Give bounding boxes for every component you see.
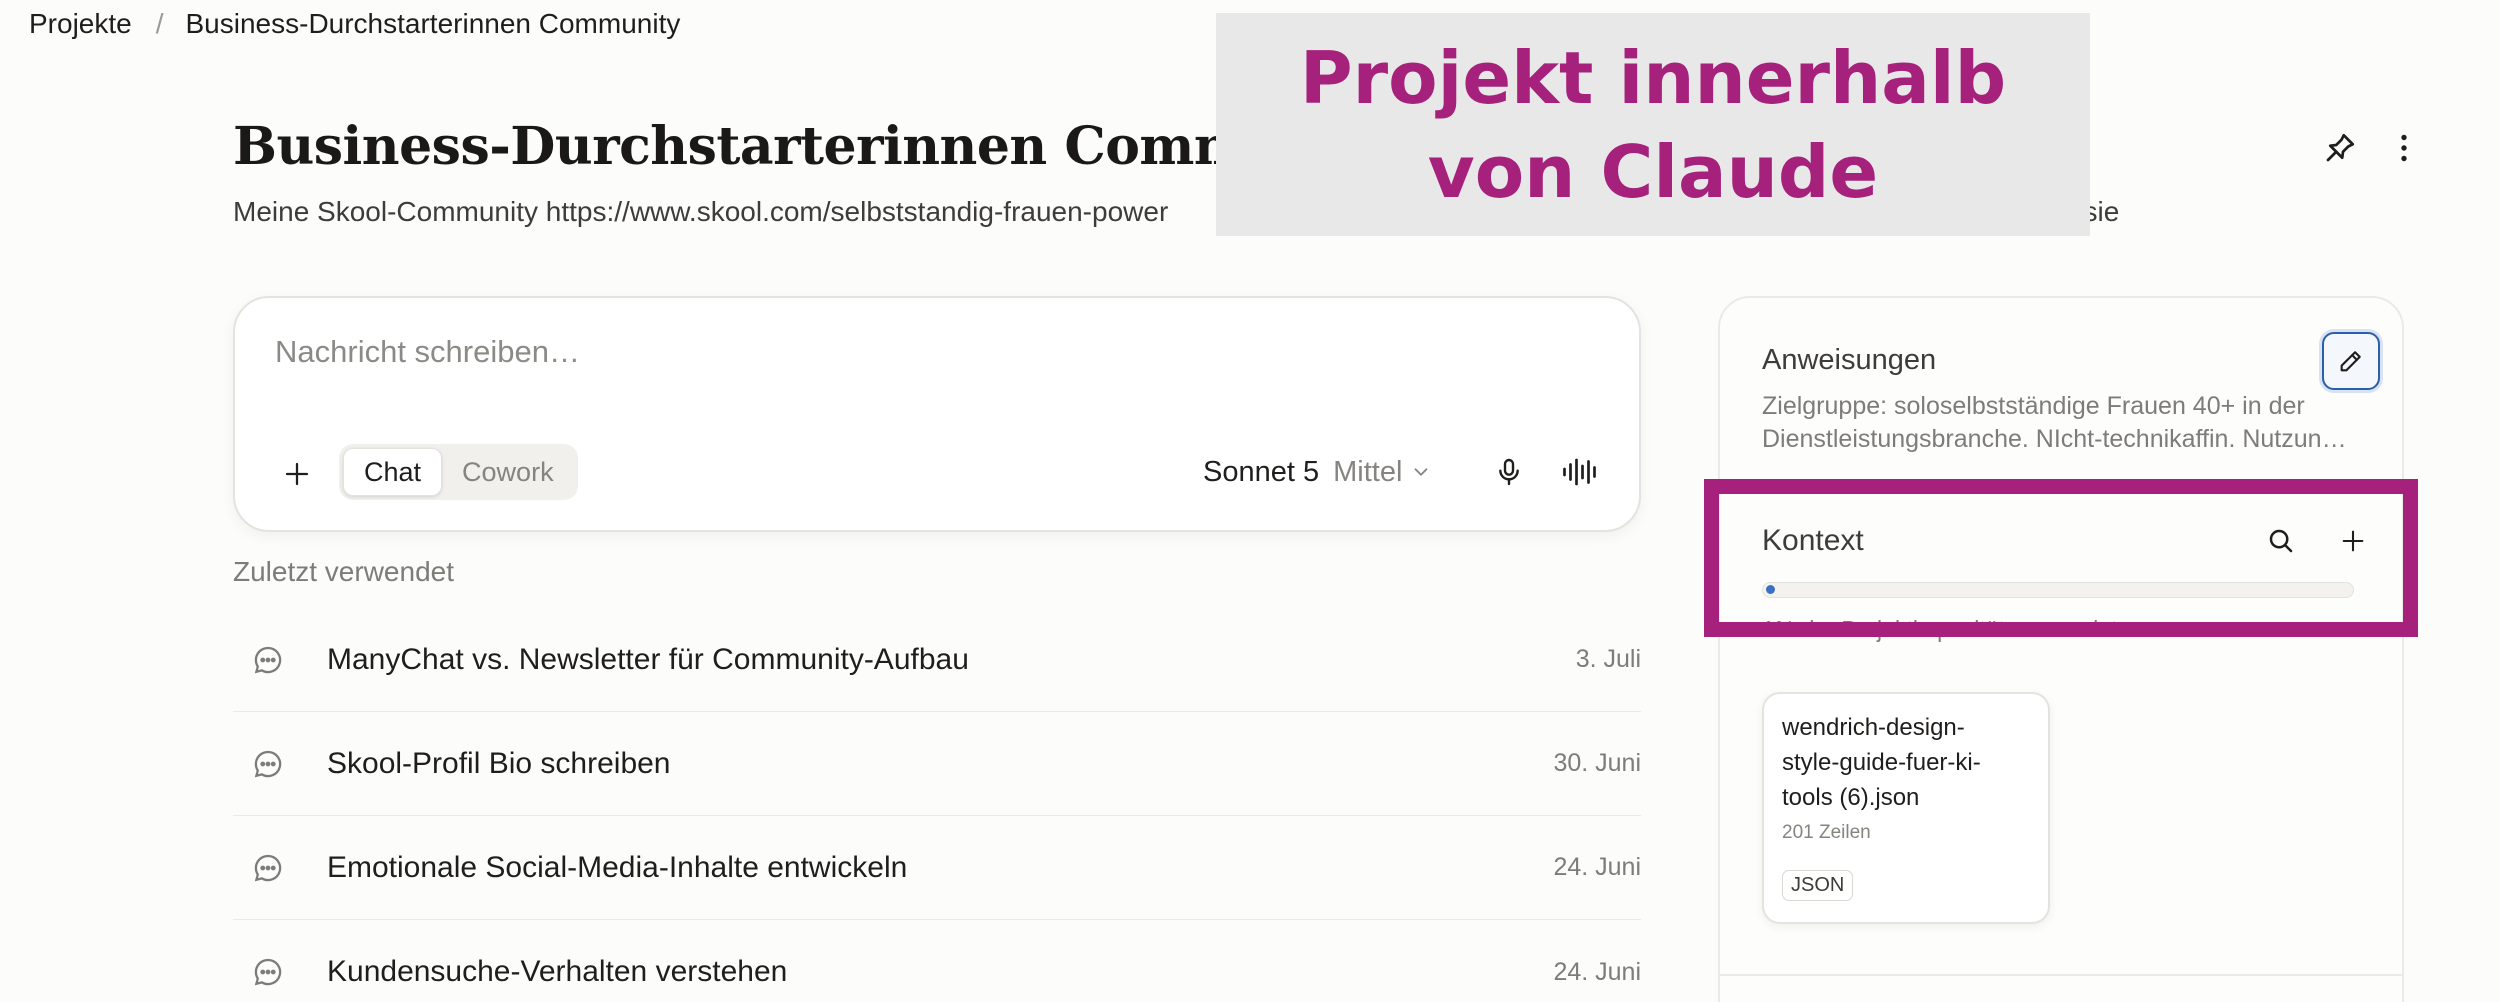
pencil-icon bbox=[2340, 351, 2361, 372]
breadcrumb-projects-link[interactable]: Projekte bbox=[29, 8, 132, 40]
message-composer: Chat Cowork Sonnet 5 Mittel bbox=[233, 296, 1641, 532]
chevron-down-icon bbox=[1414, 468, 1428, 476]
voice-mode-button[interactable] bbox=[1557, 448, 1605, 496]
dictation-button[interactable] bbox=[1487, 448, 1531, 496]
recent-chat-title: Skool-Profil Bio schreiben bbox=[327, 746, 671, 780]
recent-chat-title: Kundensuche-Verhalten verstehen bbox=[327, 955, 788, 988]
recent-chat-date: 24. Juni bbox=[1553, 853, 1641, 881]
recent-chats-list: ManyChat vs. Newsletter für Community-Au… bbox=[233, 608, 1641, 1002]
mode-chat-tab[interactable]: Chat bbox=[343, 448, 443, 496]
annotation-line-2: von Claude bbox=[1427, 129, 1879, 214]
context-file-card[interactable]: wendrich-design-style-guide-fuer-ki-tool… bbox=[1762, 692, 2050, 924]
pin-icon bbox=[2326, 133, 2355, 162]
breadcrumb-separator: / bbox=[155, 8, 164, 39]
model-selector[interactable]: Sonnet 5 Mittel bbox=[1203, 448, 1432, 496]
recent-chat-item[interactable]: ManyChat vs. Newsletter für Community-Au… bbox=[233, 608, 1641, 712]
annotation-line-1: Projekt innerhalb bbox=[1299, 35, 2007, 120]
annotation-highlight-frame bbox=[1704, 479, 2418, 637]
instructions-line-2: Dienstleistungsbranche. NIcht-technikaff… bbox=[1762, 425, 2352, 453]
audio-waveform-icon bbox=[1563, 458, 1596, 486]
plus-icon bbox=[285, 462, 309, 486]
add-attachment-button[interactable] bbox=[275, 452, 319, 496]
model-name: Sonnet 5 bbox=[1203, 455, 1320, 488]
recent-chat-item[interactable]: Skool-Profil Bio schreiben 30. Juni bbox=[233, 712, 1641, 816]
chat-bubble-icon bbox=[254, 750, 282, 777]
project-description-text: Meine Skool-Community https://www.skool.… bbox=[233, 196, 1169, 227]
chat-bubble-icon bbox=[254, 958, 282, 986]
annotation-overlay: Projekt innerhalb von Claude bbox=[1216, 13, 2090, 236]
recent-chat-item[interactable]: Emotionale Social-Media-Inhalte entwicke… bbox=[233, 816, 1641, 920]
file-type-badge: JSON bbox=[1782, 870, 1854, 901]
pin-button[interactable] bbox=[2318, 126, 2362, 170]
message-input[interactable] bbox=[275, 334, 1575, 370]
recent-chat-date: 30. Juni bbox=[1553, 749, 1641, 777]
chat-bubble-icon bbox=[254, 646, 282, 673]
recent-chat-title: ManyChat vs. Newsletter für Community-Au… bbox=[327, 642, 969, 676]
edit-instructions-button[interactable] bbox=[2322, 332, 2380, 390]
project-side-panel: Anweisungen Zielgruppe: soloselbstständi… bbox=[1718, 296, 2404, 1002]
chat-bubble-icon bbox=[254, 854, 282, 881]
panel-divider bbox=[1720, 974, 2402, 976]
recent-heading: Zuletzt verwendet bbox=[233, 556, 454, 587]
mode-cowork-tab[interactable]: Cowork bbox=[442, 448, 574, 496]
microphone-icon bbox=[1499, 458, 1519, 486]
recent-chat-date: 3. Juli bbox=[1575, 645, 1641, 673]
instructions-title: Anweisungen bbox=[1762, 344, 1937, 376]
recent-chat-title: Emotionale Social-Media-Inhalte entwicke… bbox=[327, 850, 908, 884]
breadcrumb-current: Business-Durchstarterinnen Community bbox=[185, 8, 681, 39]
recent-chat-date: 24. Juni bbox=[1553, 957, 1641, 986]
recent-chat-item[interactable]: Kundensuche-Verhalten verstehen 24. Juni bbox=[233, 920, 1641, 1002]
mode-toggle: Chat Cowork bbox=[339, 444, 578, 500]
effort-level: Mittel bbox=[1333, 455, 1403, 488]
more-options-button[interactable] bbox=[2382, 126, 2426, 170]
instructions-preview[interactable]: Zielgruppe: soloselbstständige Frauen 40… bbox=[1762, 390, 2352, 456]
file-name: wendrich-design-style-guide-fuer-ki-tool… bbox=[1782, 714, 1981, 811]
breadcrumb: Projekte / Business-Durchstarterinnen Co… bbox=[29, 6, 680, 42]
more-vertical-icon bbox=[2401, 134, 2407, 162]
instructions-line-1: Zielgruppe: soloselbstständige Frauen 40… bbox=[1762, 392, 2305, 420]
file-line-count: 201 Zeilen bbox=[1782, 822, 1871, 843]
